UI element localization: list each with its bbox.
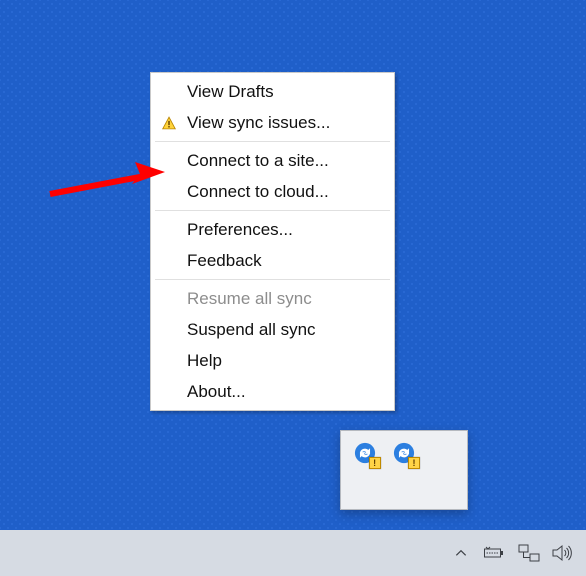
menu-separator bbox=[155, 279, 390, 280]
menu-icon-slot bbox=[161, 353, 177, 369]
tray-overflow-popup: ! ! bbox=[340, 430, 468, 510]
sync-app-icon: ! bbox=[390, 439, 418, 467]
menu-item-label: Connect to a site... bbox=[187, 151, 329, 171]
volume-icon[interactable] bbox=[550, 540, 576, 566]
menu-item-help[interactable]: Help bbox=[153, 345, 392, 376]
menu-icon-slot bbox=[161, 84, 177, 100]
menu-icon-slot bbox=[161, 153, 177, 169]
menu-item-view-drafts[interactable]: View Drafts bbox=[153, 76, 392, 107]
menu-item-suspend-all-sync[interactable]: Suspend all sync bbox=[153, 314, 392, 345]
menu-item-label: Suspend all sync bbox=[187, 320, 316, 340]
menu-icon-slot bbox=[161, 253, 177, 269]
desktop: View Drafts View sync issues... Connect … bbox=[0, 0, 586, 576]
menu-icon-slot bbox=[161, 184, 177, 200]
menu-item-about[interactable]: About... bbox=[153, 376, 392, 407]
menu-item-label: View Drafts bbox=[187, 82, 274, 102]
menu-item-label: Connect to cloud... bbox=[187, 182, 329, 202]
menu-item-resume-all-sync: Resume all sync bbox=[153, 283, 392, 314]
tray-context-menu: View Drafts View sync issues... Connect … bbox=[150, 72, 395, 411]
menu-item-preferences[interactable]: Preferences... bbox=[153, 214, 392, 245]
menu-item-label: Help bbox=[187, 351, 222, 371]
menu-item-label: About... bbox=[187, 382, 246, 402]
menu-item-label: Resume all sync bbox=[187, 289, 312, 309]
warning-badge-icon: ! bbox=[369, 457, 381, 469]
menu-item-label: Preferences... bbox=[187, 220, 293, 240]
power-icon[interactable] bbox=[482, 540, 508, 566]
menu-icon-slot bbox=[161, 322, 177, 338]
tray-slot-empty bbox=[424, 435, 463, 470]
menu-item-feedback[interactable]: Feedback bbox=[153, 245, 392, 276]
menu-separator bbox=[155, 141, 390, 142]
tray-slot-empty bbox=[345, 470, 384, 505]
menu-item-label: Feedback bbox=[187, 251, 262, 271]
tray-slot-empty bbox=[384, 470, 423, 505]
tray-slot[interactable]: ! bbox=[384, 435, 423, 470]
network-icon[interactable] bbox=[516, 540, 542, 566]
menu-icon-slot bbox=[161, 291, 177, 307]
menu-icon-slot bbox=[161, 222, 177, 238]
menu-item-label: View sync issues... bbox=[187, 113, 330, 133]
warning-icon bbox=[161, 115, 177, 131]
menu-item-connect-to-cloud[interactable]: Connect to cloud... bbox=[153, 176, 392, 207]
menu-item-connect-to-site[interactable]: Connect to a site... bbox=[153, 145, 392, 176]
menu-icon-slot bbox=[161, 384, 177, 400]
taskbar bbox=[0, 530, 586, 576]
tray-chevron-up-icon[interactable] bbox=[448, 540, 474, 566]
tray-slot[interactable]: ! bbox=[345, 435, 384, 470]
sync-app-icon: ! bbox=[351, 439, 379, 467]
warning-badge-icon: ! bbox=[408, 457, 420, 469]
tray-slot-empty bbox=[424, 470, 463, 505]
menu-separator bbox=[155, 210, 390, 211]
menu-item-view-sync-issues[interactable]: View sync issues... bbox=[153, 107, 392, 138]
